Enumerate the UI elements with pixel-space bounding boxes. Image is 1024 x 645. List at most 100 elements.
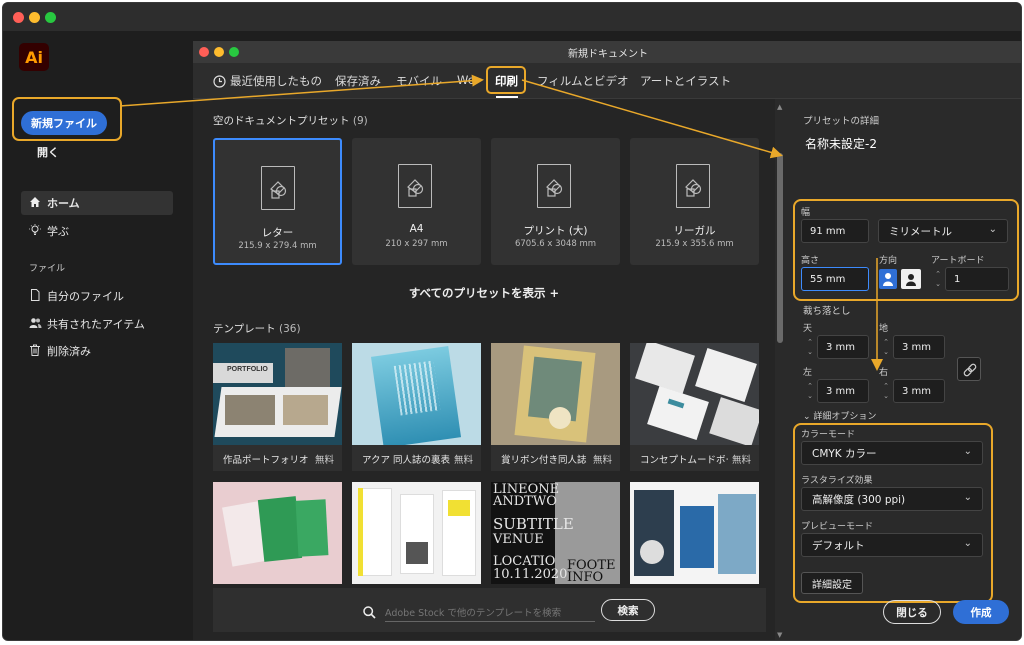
- template-thumbnail: [352, 343, 481, 445]
- file-icon: [29, 288, 47, 304]
- sidebar-item-label: 自分のファイル: [47, 290, 124, 303]
- preset-card-letter[interactable]: レター 215.9 x 279.4 mm: [213, 138, 342, 265]
- document-name-field[interactable]: 名称未設定-2: [805, 135, 877, 152]
- bleed-left-stepper[interactable]: ⌃ ⌄: [803, 379, 817, 403]
- close-window-dot[interactable]: [13, 12, 24, 23]
- dialog-close-dot[interactable]: [199, 47, 209, 57]
- blank-presets-header: 空のドキュメントプリセット (9): [213, 113, 368, 128]
- template-card-green-fold[interactable]: [213, 482, 342, 584]
- home-icon: [29, 196, 47, 211]
- print-tab-highlight: [486, 66, 526, 94]
- tab-film-video[interactable]: フィルムとビデオ: [537, 73, 629, 89]
- search-button[interactable]: 検索: [601, 599, 655, 621]
- template-price: 無料: [314, 455, 334, 466]
- advanced-options-toggle[interactable]: ⌄ 詳細オプション: [803, 409, 876, 422]
- preset-card-legal[interactable]: リーガル 215.9 x 355.6 mm: [630, 138, 759, 265]
- artboard-count-input[interactable]: 1: [945, 267, 1009, 291]
- width-input[interactable]: 91 mm: [801, 219, 869, 243]
- sidebar-item-home[interactable]: ホーム: [21, 191, 173, 215]
- details-header: プリセットの詳細: [803, 116, 880, 127]
- sidebar-item-shared[interactable]: 共有されたアイテム: [21, 312, 173, 336]
- template-thumbnail: [630, 343, 759, 445]
- poster-line-2: ANDTWO: [493, 494, 557, 509]
- bleed-bottom-input[interactable]: 3 mm: [893, 335, 945, 359]
- preview-mode-select[interactable]: デフォルト ⌄: [801, 533, 983, 557]
- template-card-ribbon[interactable]: 賞リボン付き同人誌 無料: [491, 343, 620, 471]
- minimize-window-dot[interactable]: [29, 12, 40, 23]
- raster-effects-select[interactable]: 高解像度 (300 ppi) ⌄: [801, 487, 983, 511]
- link-icon: [963, 363, 977, 377]
- document-icon: [261, 166, 295, 210]
- template-thumbnail: [213, 482, 342, 584]
- create-button[interactable]: 作成: [953, 600, 1009, 624]
- advanced-options-label: 詳細オプション: [813, 412, 877, 422]
- preset-name: リーガル: [673, 225, 716, 237]
- preset-card-print-large[interactable]: プリント (大) 6705.6 x 3048 mm: [491, 138, 620, 265]
- tab-recent[interactable]: 最近使用したもの: [230, 73, 322, 89]
- preset-card-a4[interactable]: A4 210 x 297 mm: [352, 138, 481, 265]
- bleed-right-input[interactable]: 3 mm: [893, 379, 945, 403]
- bleed-left-label: 左: [803, 368, 813, 378]
- template-thumbnail: [352, 482, 481, 584]
- template-card-yellow-brochure[interactable]: [352, 482, 481, 584]
- active-tab-indicator: [496, 96, 518, 98]
- tab-mobile[interactable]: モバイル: [396, 73, 442, 89]
- poster-line-3: SUBTITLE: [493, 515, 574, 533]
- artboard-stepper[interactable]: ⌃ ⌄: [931, 267, 945, 291]
- raster-effects-value: 高解像度 (300 ppi): [812, 493, 906, 506]
- chevron-down-icon: ⌄: [803, 412, 814, 422]
- color-mode-label: カラーモード: [801, 430, 856, 440]
- template-thumbnail: LINEONE ANDTWO SUBTITLE VENUE LOCATIO 10…: [491, 482, 620, 584]
- scrollbar-thumb[interactable]: [777, 153, 783, 343]
- bleed-left-input[interactable]: 3 mm: [817, 379, 869, 403]
- bleed-right-stepper[interactable]: ⌃ ⌄: [879, 379, 893, 403]
- sidebar-item-learn[interactable]: 学ぶ: [21, 219, 173, 243]
- dialog-zoom-dot[interactable]: [229, 47, 239, 57]
- zoom-window-dot[interactable]: [45, 12, 56, 23]
- link-bleed-button[interactable]: [957, 357, 981, 381]
- landscape-orientation-button[interactable]: [901, 269, 921, 289]
- template-card-trifold[interactable]: [630, 482, 759, 584]
- template-card-portfolio[interactable]: PORTFOLIO 作品ポートフォリオ 無料: [213, 343, 342, 471]
- presets-scrollbar[interactable]: ▲ ▼: [775, 99, 785, 640]
- portrait-orientation-button[interactable]: [879, 269, 897, 289]
- sidebar-item-deleted[interactable]: 削除済み: [21, 339, 173, 363]
- tab-art-illustration[interactable]: アートとイラスト: [640, 73, 731, 89]
- unit-select[interactable]: ミリメートル ⌄: [878, 219, 1008, 243]
- tab-saved[interactable]: 保存済み: [335, 73, 381, 89]
- sidebar-item-my-files[interactable]: 自分のファイル: [21, 284, 173, 308]
- bleed-bottom-stepper[interactable]: ⌃ ⌄: [879, 335, 893, 359]
- height-input[interactable]: 55 mm: [801, 267, 869, 291]
- document-icon: [537, 164, 571, 208]
- template-card-aqua[interactable]: アクア 同人誌の裏表紙 無料: [352, 343, 481, 471]
- template-caption: 作品ポートフォリオ: [223, 455, 309, 466]
- close-button[interactable]: 閉じる: [883, 600, 941, 624]
- bleed-top-input[interactable]: 3 mm: [817, 335, 869, 359]
- presets-panel: 空のドキュメントプリセット (9) レター 215.9 x 279.4 mm A…: [193, 99, 775, 640]
- preset-size: 6705.6 x 3048 mm: [514, 239, 597, 249]
- bleed-top-stepper[interactable]: ⌃ ⌄: [803, 335, 817, 359]
- bleed-bottom-label: 地: [879, 324, 889, 334]
- stock-search-bar: 検索: [213, 588, 766, 632]
- window-titlebar: [3, 3, 1021, 31]
- new-document-dialog: 新規ドキュメント 最近使用したもの 保存済み モバイル We 印刷 フィルムとビ…: [193, 41, 1021, 640]
- sidebar-item-label: ホーム: [47, 197, 80, 210]
- scroll-up-icon[interactable]: ▲: [777, 103, 782, 111]
- blank-presets-title: 空のドキュメントプリセット: [213, 115, 350, 127]
- show-all-presets-link[interactable]: すべてのプリセットを表示 +: [193, 285, 775, 301]
- blank-presets-count: (9): [352, 115, 368, 127]
- stock-search-input[interactable]: [385, 606, 595, 622]
- template-price: 無料: [731, 455, 751, 466]
- scroll-down-icon[interactable]: ▼: [777, 631, 782, 639]
- preset-size: 215.9 x 279.4 mm: [238, 241, 317, 251]
- bleed-label: 裁ち落とし: [803, 306, 851, 317]
- open-link[interactable]: 開く: [37, 144, 59, 160]
- tab-web[interactable]: We: [457, 73, 475, 87]
- sidebar-item-label: 学ぶ: [47, 225, 69, 238]
- template-card-moodboard[interactable]: コンセプトムードボード 無料: [630, 343, 759, 471]
- dialog-minimize-dot[interactable]: [214, 47, 224, 57]
- preset-name: A4: [409, 223, 424, 235]
- template-card-event-poster[interactable]: LINEONE ANDTWO SUBTITLE VENUE LOCATIO 10…: [491, 482, 620, 584]
- more-settings-button[interactable]: 詳細設定: [801, 572, 863, 594]
- color-mode-select[interactable]: CMYK カラー ⌄: [801, 441, 983, 465]
